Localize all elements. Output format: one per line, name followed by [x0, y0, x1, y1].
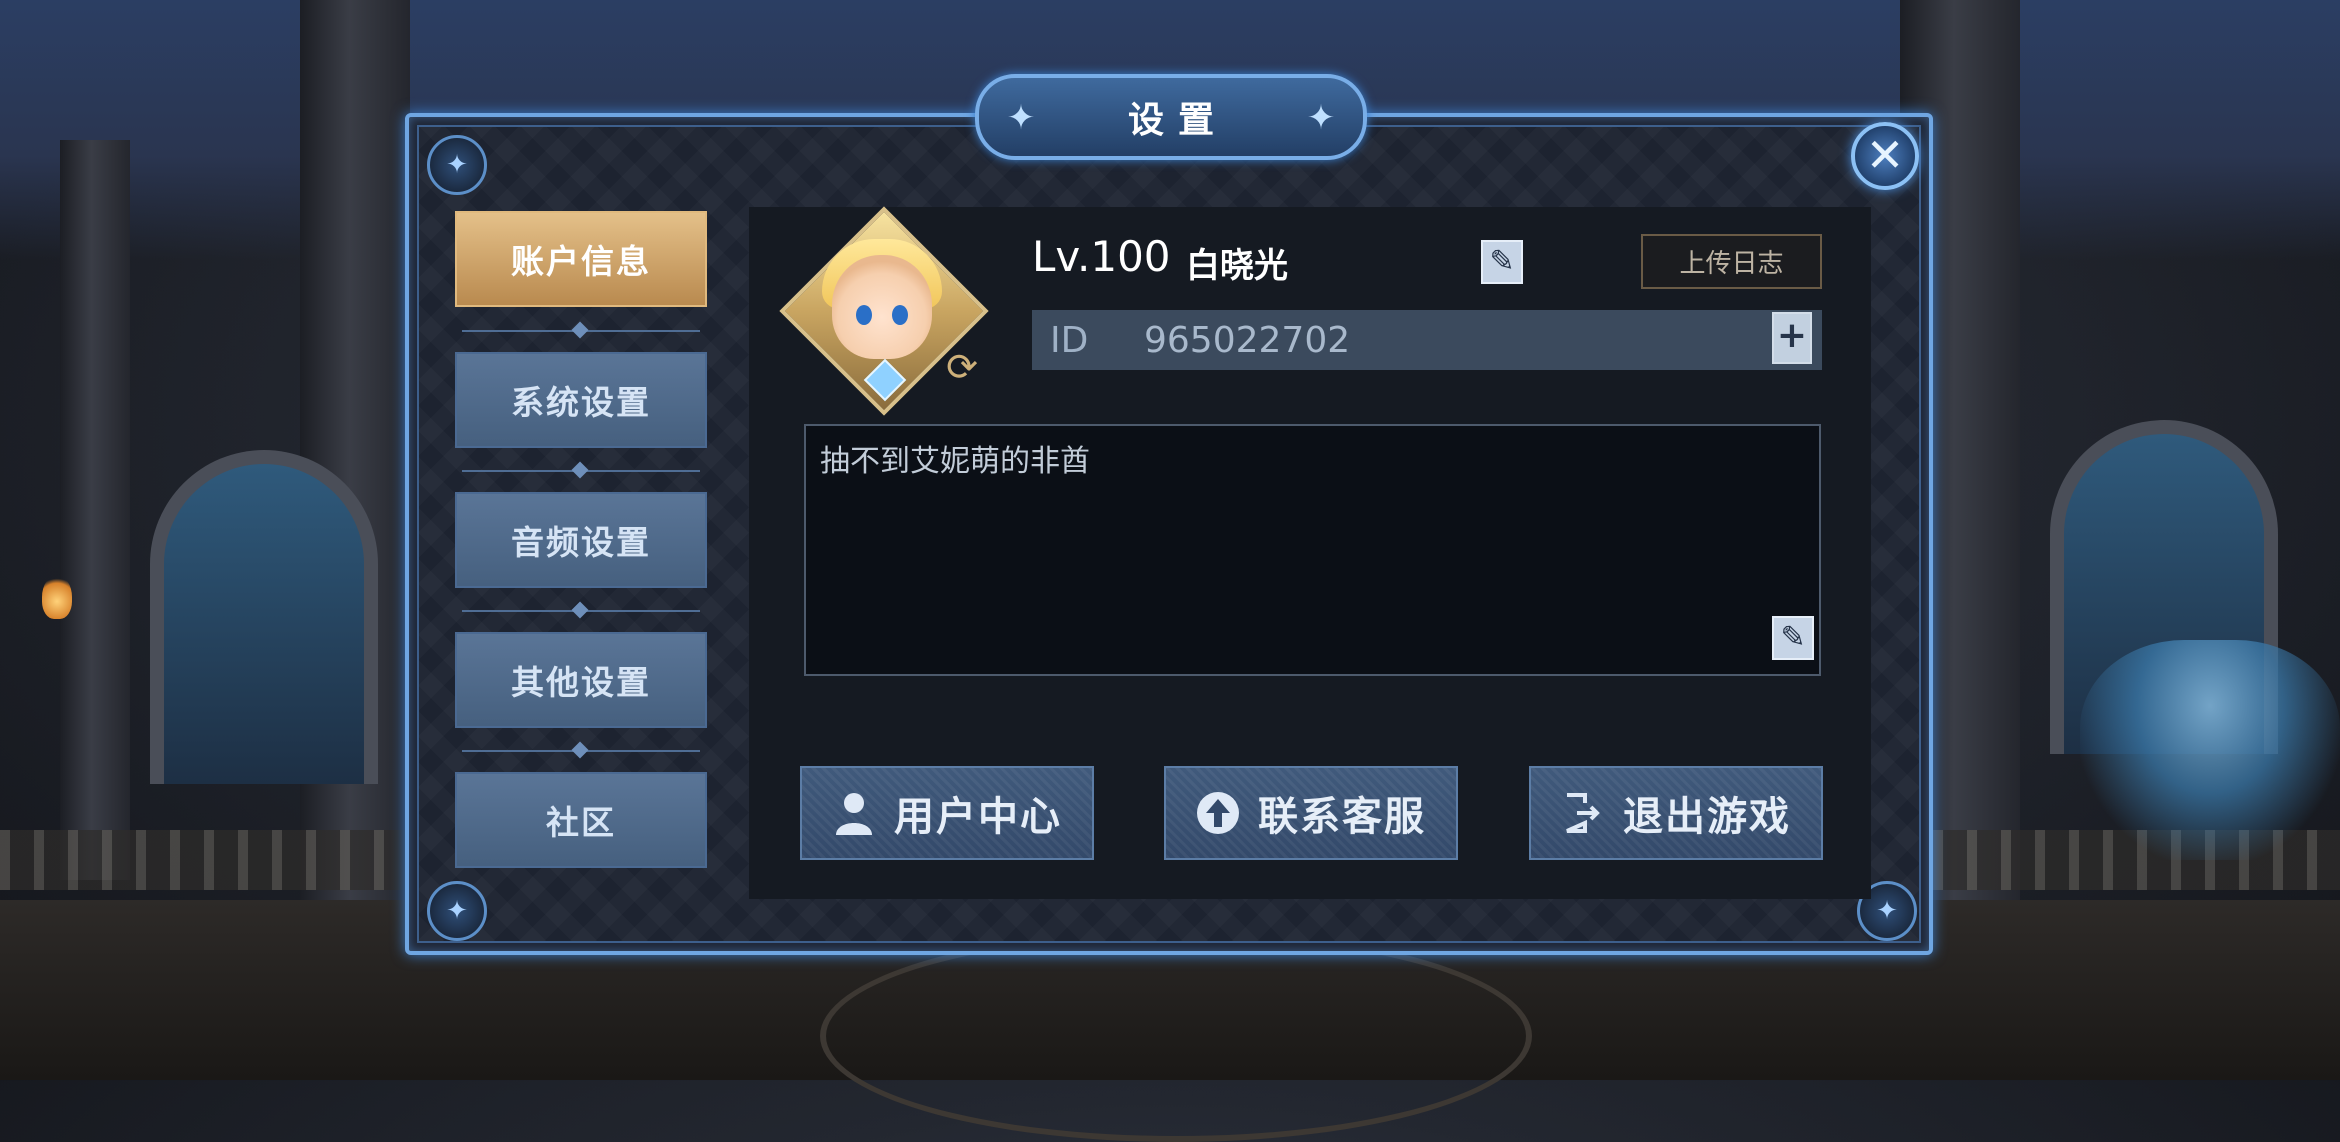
- edit-icon[interactable]: ✎: [1481, 240, 1523, 284]
- user-center-label: 用户中心: [894, 794, 1062, 840]
- dialog-title-plate: ✦ 设置 ✦: [975, 74, 1367, 160]
- edit-icon[interactable]: ✎: [1772, 616, 1814, 660]
- sidebar-item-audio-settings[interactable]: 音频设置: [455, 492, 707, 588]
- exit-game-button[interactable]: 退出游戏: [1529, 766, 1823, 860]
- sidebar-item-community[interactable]: 社区: [455, 772, 707, 868]
- background-railing: [0, 830, 405, 890]
- upload-log-label: 上传日志: [1679, 249, 1784, 279]
- sidebar-item-other-settings[interactable]: 其他设置: [455, 632, 707, 728]
- avatar-eye: [856, 305, 872, 325]
- star-ornament-icon: ✦: [1306, 98, 1336, 138]
- sidebar-divider: [462, 601, 700, 619]
- sidebar-item-system-settings[interactable]: 系统设置: [455, 352, 707, 448]
- refresh-icon[interactable]: ⟳: [942, 347, 982, 387]
- sidebar-item-label: 社区: [546, 803, 616, 842]
- sidebar-divider: [462, 461, 700, 479]
- torch-flame: [42, 575, 72, 619]
- upload-arrow-icon: [1196, 791, 1240, 835]
- sidebar-item-account-info[interactable]: 账户信息: [455, 211, 707, 307]
- corner-ornament-icon: ✦: [427, 881, 487, 941]
- star-ornament-icon: ✦: [1006, 98, 1036, 138]
- dialog-title: 设置: [1127, 100, 1228, 141]
- close-icon[interactable]: ✕: [1851, 122, 1919, 190]
- sidebar-item-label: 账户信息: [511, 242, 651, 281]
- floor-ornament: [820, 930, 1532, 1142]
- sidebar-divider: [462, 741, 700, 759]
- background-pillar: [60, 140, 130, 880]
- player-level: Lv.100: [1032, 232, 1171, 281]
- avatar-face: [832, 255, 932, 359]
- upload-log-button[interactable]: 上传日志: [1641, 234, 1822, 289]
- player-id-bar: ID 965022702 +: [1032, 310, 1822, 370]
- user-icon: [832, 791, 876, 835]
- sidebar-divider: [462, 321, 700, 339]
- player-name: 白晓光: [1186, 246, 1288, 286]
- background-arch: [150, 450, 378, 784]
- sidebar-item-label: 其他设置: [511, 663, 651, 702]
- corner-ornament-icon: ✦: [427, 135, 487, 195]
- signature-field[interactable]: 抽不到艾妮萌的非酋 ✎: [804, 424, 1821, 676]
- contact-support-button[interactable]: 联系客服: [1164, 766, 1458, 860]
- copy-icon[interactable]: +: [1772, 312, 1812, 364]
- background-fountain: [2080, 640, 2340, 860]
- exit-icon: [1561, 791, 1605, 835]
- signature-text: 抽不到艾妮萌的非酋: [820, 444, 1090, 479]
- sidebar-item-label: 系统设置: [511, 383, 651, 422]
- user-center-button[interactable]: 用户中心: [800, 766, 1094, 860]
- id-value: 965022702: [1144, 320, 1351, 361]
- sidebar-item-label: 音频设置: [511, 523, 651, 562]
- avatar-eye: [892, 305, 908, 325]
- exit-game-label: 退出游戏: [1623, 794, 1791, 840]
- contact-support-label: 联系客服: [1258, 794, 1426, 840]
- id-label: ID: [1050, 320, 1089, 361]
